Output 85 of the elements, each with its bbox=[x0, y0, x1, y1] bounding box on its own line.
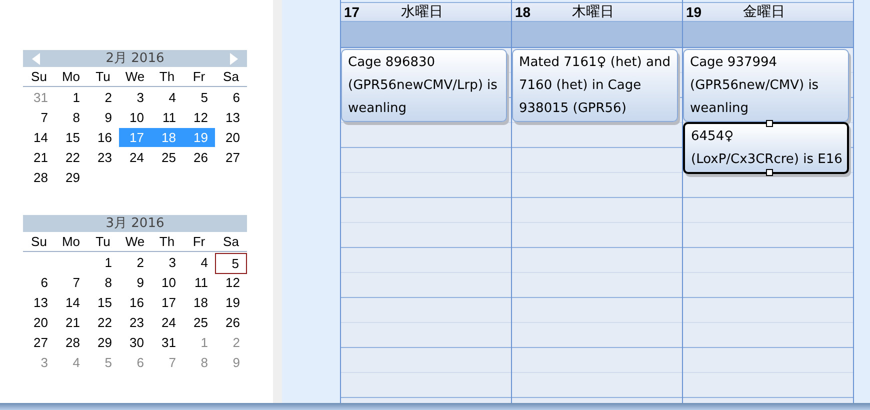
day-number: 18 bbox=[515, 2, 532, 22]
month-title: 2月 2016 bbox=[106, 50, 164, 68]
calendar-day[interactable]: 2 bbox=[87, 88, 119, 107]
weekday-label: Mo bbox=[60, 233, 82, 251]
calendar-day[interactable]: 30 bbox=[119, 333, 151, 352]
weekday-name: 木曜日 bbox=[572, 2, 614, 22]
calendar-day[interactable]: 12 bbox=[215, 273, 247, 292]
calendar-day[interactable]: 9 bbox=[119, 273, 151, 292]
weekday-label: Tu bbox=[94, 233, 112, 251]
resize-handle[interactable] bbox=[766, 169, 773, 176]
calendar-day[interactable]: 6 bbox=[23, 273, 55, 292]
calendar-day[interactable]: 13 bbox=[215, 108, 247, 127]
weekday-label: We bbox=[124, 68, 146, 86]
weekday-label: Th bbox=[158, 68, 176, 86]
day-number: 17 bbox=[344, 2, 361, 22]
calendar-day[interactable]: 15 bbox=[55, 128, 87, 147]
calendar-day[interactable]: 10 bbox=[119, 108, 151, 127]
calendar-day[interactable]: 7 bbox=[23, 108, 55, 127]
calendar-day[interactable]: 22 bbox=[55, 148, 87, 167]
calendar-day[interactable]: 27 bbox=[215, 148, 247, 167]
calendar-day[interactable]: 31 bbox=[151, 333, 183, 352]
calendar-day[interactable]: 1 bbox=[87, 253, 119, 274]
calendar-day[interactable]: 8 bbox=[55, 108, 87, 127]
calendar-day[interactable]: 19 bbox=[215, 293, 247, 312]
calendar-event[interactable]: 6454♀ (LoxP/Cx3CRcre) is E16 bbox=[683, 122, 849, 174]
calendar-day[interactable]: 20 bbox=[23, 313, 55, 332]
calendar-day[interactable]: 18 bbox=[183, 293, 215, 312]
calendar-day[interactable]: 23 bbox=[87, 148, 119, 167]
weekday-label: Su bbox=[30, 68, 48, 86]
calendar-day[interactable]: 26 bbox=[215, 313, 247, 332]
calendar-day[interactable]: 14 bbox=[55, 293, 87, 312]
calendar-event[interactable]: Cage 896830 (GPR56newCMV/Lrp) is weanling bbox=[341, 49, 507, 122]
calendar-day[interactable]: 16 bbox=[119, 293, 151, 312]
calendar-day[interactable]: 22 bbox=[87, 313, 119, 332]
calendar-day[interactable]: 6 bbox=[215, 88, 247, 107]
weekday-label: Sa bbox=[222, 68, 240, 86]
calendar-day[interactable]: 4 bbox=[183, 253, 215, 274]
calendar-day[interactable]: 26 bbox=[183, 148, 215, 167]
calendar-day[interactable]: 15 bbox=[87, 293, 119, 312]
resize-handle[interactable] bbox=[766, 120, 773, 127]
weekday-label: Fr bbox=[192, 233, 206, 251]
weekday-name: 水曜日 bbox=[401, 2, 443, 22]
weekday-label: Fr bbox=[192, 68, 206, 86]
calendar-day[interactable]: 11 bbox=[183, 273, 215, 292]
calendar-day[interactable]: 10 bbox=[151, 273, 183, 292]
calendar-day[interactable]: 2 bbox=[119, 253, 151, 274]
calendar-day[interactable]: 20 bbox=[215, 128, 247, 147]
calendar-day[interactable]: 23 bbox=[119, 313, 151, 332]
weekday-label: Su bbox=[30, 233, 48, 251]
weekday-name: 金曜日 bbox=[743, 2, 785, 22]
calendar-day[interactable]: 5 bbox=[215, 253, 247, 274]
calendar-day[interactable]: 7 bbox=[55, 273, 87, 292]
calendar-event[interactable]: Cage 937994 (GPR56new/CMV) is weanling bbox=[683, 49, 849, 122]
calendar-day[interactable]: 27 bbox=[23, 333, 55, 352]
calendar-day[interactable]: 14 bbox=[23, 128, 55, 147]
calendar-day[interactable]: 29 bbox=[55, 168, 87, 187]
weekday-label: Mo bbox=[60, 68, 82, 86]
calendar-day[interactable]: 28 bbox=[55, 333, 87, 352]
calendar-day[interactable]: 21 bbox=[55, 313, 87, 332]
calendar-day[interactable]: 4 bbox=[151, 88, 183, 107]
day-number: 19 bbox=[686, 2, 703, 22]
calendar-day[interactable]: 5 bbox=[183, 88, 215, 107]
calendar-day[interactable]: 11 bbox=[151, 108, 183, 127]
weekday-label: Sa bbox=[222, 233, 240, 251]
calendar-day[interactable]: 1 bbox=[55, 88, 87, 107]
calendar-day[interactable]: 25 bbox=[151, 148, 183, 167]
weekday-label: Tu bbox=[94, 68, 112, 86]
weekday-label: We bbox=[124, 233, 146, 251]
calendar-day[interactable]: 24 bbox=[151, 313, 183, 332]
calendar-day[interactable]: 8 bbox=[87, 273, 119, 292]
calendar-day[interactable]: 21 bbox=[23, 148, 55, 167]
calendar-day[interactable]: 25 bbox=[183, 313, 215, 332]
calendar-day[interactable]: 3 bbox=[151, 253, 183, 274]
calendar-day[interactable]: 12 bbox=[183, 108, 215, 127]
weekday-label: Th bbox=[158, 233, 176, 251]
calendar-day[interactable]: 29 bbox=[87, 333, 119, 352]
calendar-day[interactable]: 17 bbox=[151, 293, 183, 312]
calendar-day[interactable]: 16 bbox=[87, 128, 119, 147]
calendar-day[interactable]: 24 bbox=[119, 148, 151, 167]
calendar-day[interactable]: 3 bbox=[119, 88, 151, 107]
month-title: 3月 2016 bbox=[106, 214, 164, 233]
calendar-event[interactable]: Mated 7161♀ (het) and 7160 (het) in Cage 938015 (GPR56) bbox=[512, 49, 678, 122]
calendar-day[interactable]: 13 bbox=[23, 293, 55, 312]
calendar-day[interactable]: 9 bbox=[87, 108, 119, 127]
calendar-day[interactable]: 28 bbox=[23, 168, 55, 187]
